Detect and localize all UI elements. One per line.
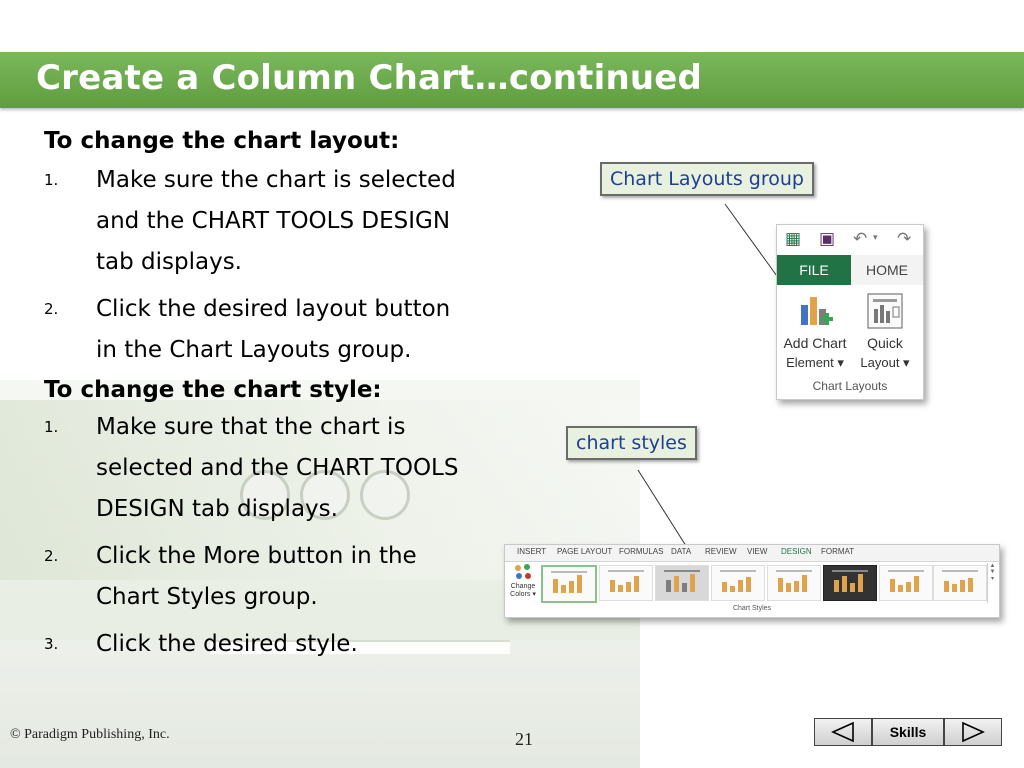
step-text-line: and the CHART TOOLS DESIGN <box>96 208 451 234</box>
chart-style-thumbnail[interactable] <box>541 565 597 603</box>
chart-style-thumbnail[interactable] <box>933 565 987 601</box>
slide-content: To change the chart layout: 1. Make sure… <box>44 128 544 665</box>
step-text-line: selected and the CHART TOOLS <box>96 455 459 481</box>
tab-review[interactable]: REVIEW <box>705 547 737 556</box>
chart-styles-scroll[interactable]: ▲ ▼ ▾ <box>987 563 997 603</box>
chart-style-thumbnail[interactable] <box>767 565 821 601</box>
step-text-line: in the Chart Layouts group. <box>96 337 412 363</box>
add-chart-element-button[interactable]: Add Chart Element ▾ <box>781 291 849 375</box>
previous-slide-button[interactable] <box>814 718 872 746</box>
layout-step-2: 2. Click the desired layout button in th… <box>44 289 544 371</box>
layout-step-1: 1. Make sure the chart is selected and t… <box>44 160 544 283</box>
step-text-line: Make sure the chart is selected <box>96 167 456 193</box>
chart-layouts-ribbon: ▦ ▣ ↶ ▾ ↷ FILE HOME Add Chart Element ▾ … <box>776 224 924 400</box>
step-number: 2. <box>44 300 59 318</box>
callout-chart-styles: chart styles <box>566 426 697 460</box>
chart-style-thumbnail[interactable] <box>823 565 877 601</box>
quick-layout-button[interactable]: Quick Layout ▾ <box>851 291 919 375</box>
tab-home[interactable]: HOME <box>851 255 923 285</box>
tab-data[interactable]: DATA <box>671 547 691 556</box>
style-step-1: 1. Make sure that the chart is selected … <box>44 407 544 530</box>
chart-style-thumbnail[interactable] <box>879 565 933 601</box>
section-heading-layout: To change the chart layout: <box>44 128 400 154</box>
quick-layout-label-2: Layout ▾ <box>860 355 910 370</box>
callout-chart-layouts-group: Chart Layouts group <box>600 162 814 196</box>
change-colors-icon <box>515 564 531 579</box>
tab-view[interactable]: VIEW <box>747 547 767 556</box>
chart-style-thumbnail[interactable] <box>599 565 653 601</box>
step-text-line: DESIGN tab displays. <box>96 496 338 522</box>
ribbon-tab-bar: INSERT PAGE LAYOUT FORMULAS DATA REVIEW … <box>505 545 999 562</box>
step-number: 3. <box>44 635 59 653</box>
tab-insert[interactable]: INSERT <box>517 547 546 556</box>
step-text-line: tab displays. <box>96 249 242 275</box>
step-number: 1. <box>44 171 59 189</box>
step-text-line: Click the More button in the <box>96 543 417 569</box>
chart-styles-more-icon[interactable]: ▾ <box>988 575 997 582</box>
undo-icon[interactable]: ↶ <box>853 229 867 249</box>
tab-file[interactable]: FILE <box>777 255 851 285</box>
tab-design[interactable]: DESIGN <box>781 547 812 556</box>
ribbon-tab-bar: FILE HOME <box>777 255 923 285</box>
change-colors-button[interactable]: Change Colors ▾ <box>509 563 537 607</box>
slide-navigation: Skills <box>814 718 1002 746</box>
arrow-left-icon <box>831 721 854 743</box>
copyright-text: © Paradigm Publishing, Inc. <box>10 727 170 742</box>
tab-format[interactable]: FORMAT <box>821 547 854 556</box>
quick-layout-label-1: Quick <box>867 335 903 351</box>
skills-button[interactable]: Skills <box>872 718 944 746</box>
save-icon[interactable]: ▣ <box>819 229 835 249</box>
section-heading-style: To change the chart style: <box>44 377 382 403</box>
undo-dropdown-icon[interactable]: ▾ <box>873 232 878 243</box>
step-text-line: Click the desired style. <box>96 631 358 657</box>
chart-style-thumbnail[interactable] <box>655 565 709 601</box>
change-colors-label-2: Colors ▾ <box>510 591 536 598</box>
quick-access-toolbar: ▦ ▣ ↶ ▾ ↷ <box>777 225 923 255</box>
next-slide-button[interactable] <box>944 718 1002 746</box>
style-step-3: 3. Click the desired style. <box>44 624 544 665</box>
change-colors-label-1: Change <box>510 583 536 590</box>
add-chart-element-label-2: Element ▾ <box>786 355 844 370</box>
redo-icon[interactable]: ↷ <box>897 229 911 249</box>
excel-icon[interactable]: ▦ <box>785 229 801 249</box>
step-text-line: Make sure that the chart is <box>96 414 406 440</box>
slide-title: Create a Column Chart…continued <box>36 58 703 98</box>
chart-styles-group-label: Chart Styles <box>732 605 772 612</box>
step-number: 2. <box>44 547 59 565</box>
step-text-line: Chart Styles group. <box>96 584 318 610</box>
title-bar: Create a Column Chart…continued <box>0 52 1024 108</box>
tab-page-layout[interactable]: PAGE LAYOUT <box>557 547 612 556</box>
page-number: 21 <box>515 729 533 749</box>
arrow-right-icon <box>962 721 985 743</box>
add-chart-element-icon <box>801 297 833 325</box>
chart-styles-ribbon: INSERT PAGE LAYOUT FORMULAS DATA REVIEW … <box>504 544 1000 618</box>
chart-layouts-group-label: Chart Layouts <box>812 379 888 393</box>
quick-layout-icon <box>867 293 903 329</box>
add-chart-element-label-1: Add Chart <box>783 335 847 351</box>
chart-style-thumbnail[interactable] <box>711 565 765 601</box>
style-step-2: 2. Click the More button in the Chart St… <box>44 536 544 618</box>
step-text-line: Click the desired layout button <box>96 296 451 322</box>
step-number: 1. <box>44 418 59 436</box>
tab-formulas[interactable]: FORMULAS <box>619 547 663 556</box>
